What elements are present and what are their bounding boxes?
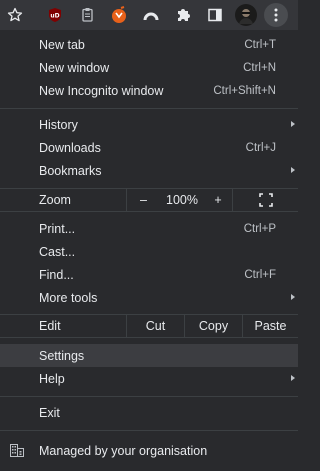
menu-item-settings[interactable]: Settings xyxy=(0,344,298,367)
menu-item-cast[interactable]: Cast... xyxy=(0,240,298,263)
fullscreen-button[interactable] xyxy=(232,189,298,211)
menu-item-help[interactable]: Help xyxy=(0,367,298,390)
menu-item-exit[interactable]: Exit xyxy=(0,401,298,424)
menu-item-history[interactable]: History xyxy=(0,113,298,136)
zoom-out-button[interactable]: – xyxy=(126,189,160,211)
managed-label: Managed by your organisation xyxy=(39,443,208,458)
menu-shortcut: Ctrl+F xyxy=(244,268,276,281)
menu-label: Find... xyxy=(39,267,74,282)
submenu-arrow-icon xyxy=(291,294,295,300)
menu-label: Exit xyxy=(39,405,60,420)
menu-separator xyxy=(0,430,298,431)
menu-label: Help xyxy=(39,371,65,386)
menu-separator xyxy=(0,396,298,397)
zoom-level: 100% xyxy=(166,193,198,207)
menu-separator xyxy=(0,108,298,109)
sidepanel-icon[interactable] xyxy=(203,3,227,27)
submenu-arrow-icon xyxy=(291,121,295,127)
menu-label: New window xyxy=(39,60,110,75)
edit-label: Edit xyxy=(39,319,61,333)
clipboard-icon[interactable] xyxy=(76,3,100,27)
menu-item-bookmarks[interactable]: Bookmarks xyxy=(0,159,298,182)
menu-item-find[interactable]: Find... Ctrl+F xyxy=(0,263,298,286)
puzzle-icon[interactable] xyxy=(171,3,195,27)
menu-shortcut: Ctrl+Shift+N xyxy=(213,84,276,97)
more-vert-icon[interactable] xyxy=(264,3,288,27)
menu-label: New Incognito window xyxy=(39,83,164,98)
extension-orange-icon[interactable] xyxy=(107,3,131,27)
chrome-app-menu: New tab Ctrl+T New window Ctrl+N New Inc… xyxy=(0,30,298,471)
arc-icon[interactable] xyxy=(139,3,163,27)
zoom-label: Zoom xyxy=(39,193,71,207)
avatar[interactable] xyxy=(234,3,258,27)
menu-shortcut: Ctrl+N xyxy=(243,61,276,74)
edit-row: Edit Cut Copy Paste xyxy=(0,314,298,338)
paste-button[interactable]: Paste xyxy=(242,315,298,337)
fullscreen-icon xyxy=(258,193,273,207)
menu-item-downloads[interactable]: Downloads Ctrl+J xyxy=(0,136,298,159)
menu-item-print[interactable]: Print... Ctrl+P xyxy=(0,217,298,240)
menu-item-managed[interactable]: Managed by your organisation xyxy=(0,439,298,462)
building-icon xyxy=(10,444,24,460)
submenu-arrow-icon xyxy=(291,375,295,381)
menu-item-new-incognito-window[interactable]: New Incognito window Ctrl+Shift+N xyxy=(0,79,298,102)
browser-toolbar: uD xyxy=(0,0,298,30)
menu-item-more-tools[interactable]: More tools xyxy=(0,286,298,309)
ublock-text: uD xyxy=(50,13,59,20)
menu-shortcut: Ctrl+J xyxy=(245,141,276,154)
menu-label: Downloads xyxy=(39,140,101,155)
zoom-row: Zoom – 100% + xyxy=(0,188,298,212)
menu-item-new-tab[interactable]: New tab Ctrl+T xyxy=(0,33,298,56)
menu-item-new-window[interactable]: New window Ctrl+N xyxy=(0,56,298,79)
ublock-icon[interactable]: uD xyxy=(43,3,67,27)
star-icon[interactable] xyxy=(3,3,27,27)
menu-label: Settings xyxy=(39,348,85,363)
menu-label: Bookmarks xyxy=(39,163,102,178)
copy-button[interactable]: Copy xyxy=(184,315,242,337)
cut-button[interactable]: Cut xyxy=(126,315,184,337)
menu-shortcut: Ctrl+P xyxy=(243,222,276,235)
menu-label: Cast... xyxy=(39,244,76,259)
submenu-arrow-icon xyxy=(291,167,295,173)
menu-label: New tab xyxy=(39,37,85,52)
menu-label: History xyxy=(39,117,78,132)
menu-label: More tools xyxy=(39,290,98,305)
menu-shortcut: Ctrl+T xyxy=(244,38,276,51)
zoom-in-button[interactable]: + xyxy=(204,189,232,211)
menu-label: Print... xyxy=(39,221,76,236)
